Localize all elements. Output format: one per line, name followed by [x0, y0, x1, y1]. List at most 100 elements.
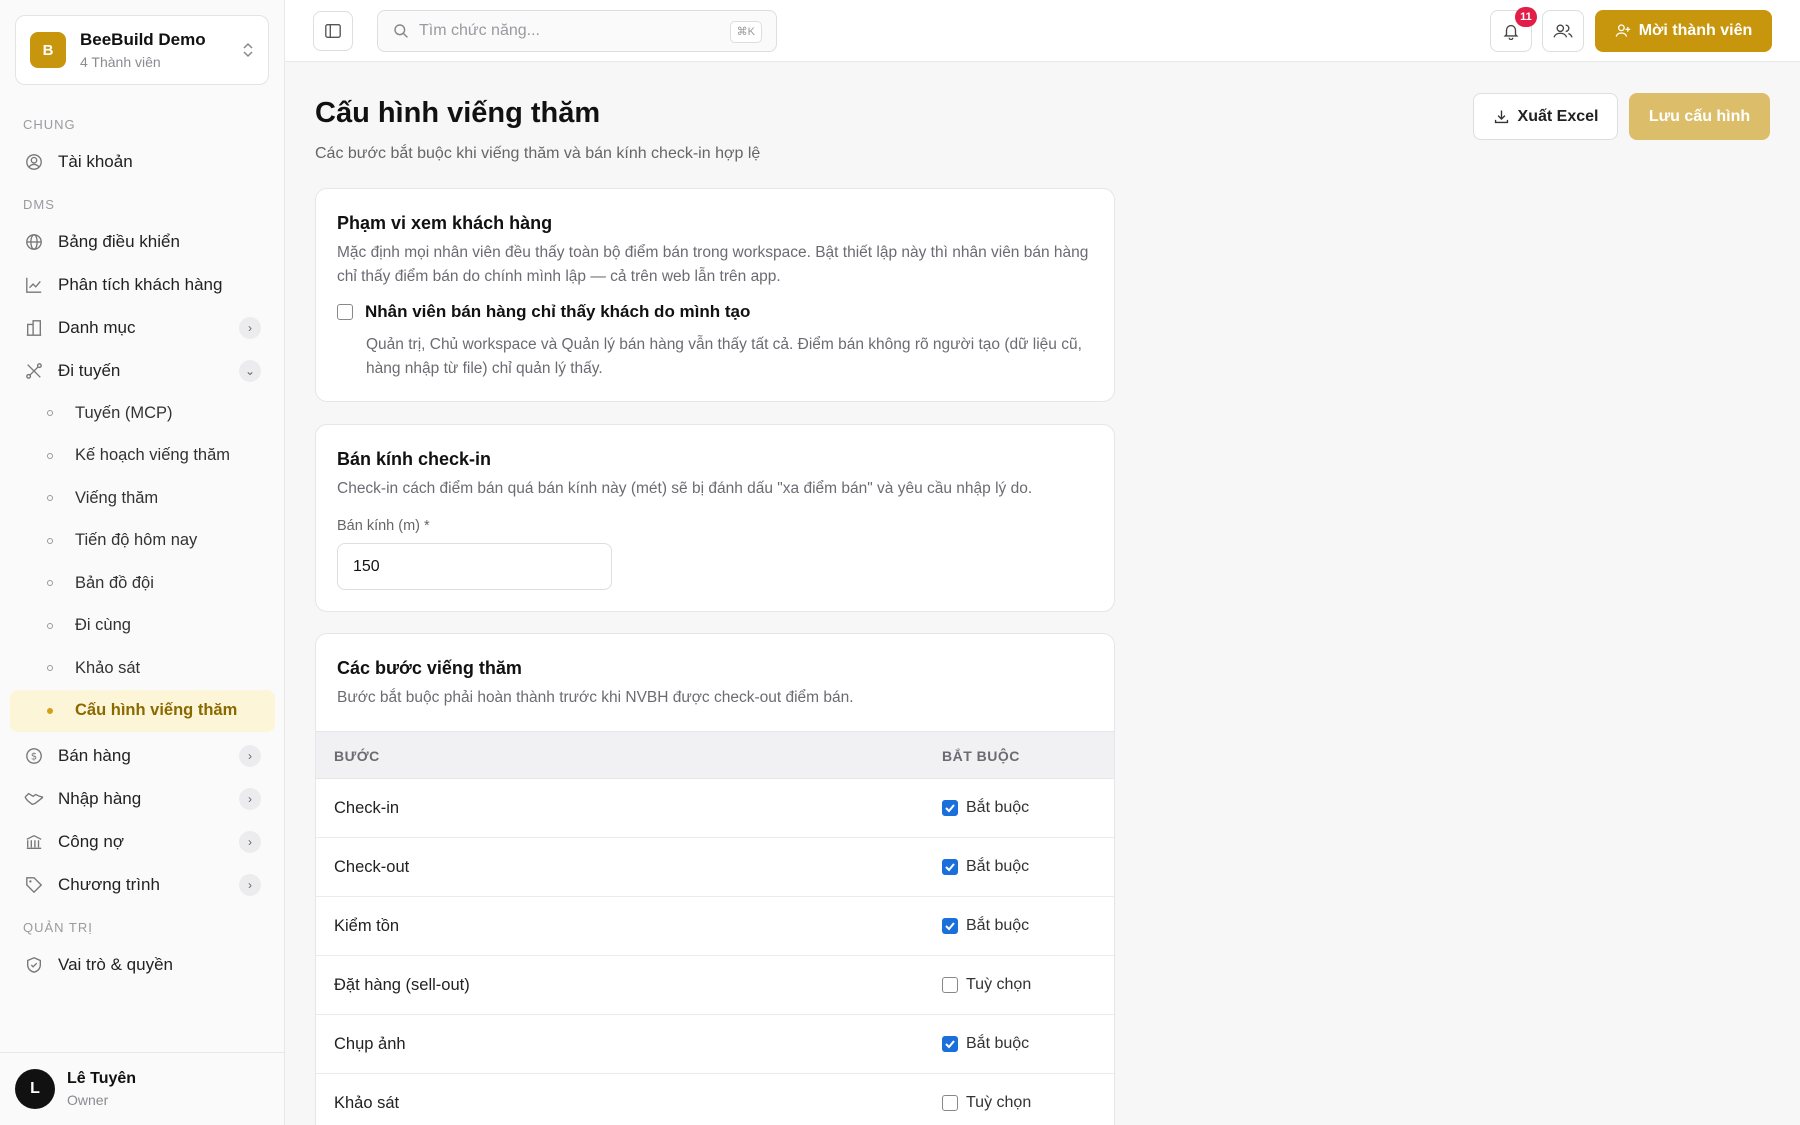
user-role: Owner [67, 1092, 109, 1108]
sidebar-item-sales[interactable]: $ Bán hàng › [0, 734, 285, 777]
sidebar-subitem-team-map[interactable]: Bản đồ đội [0, 562, 285, 605]
globe-icon [23, 231, 45, 253]
user-name: Lê Tuyên [67, 1070, 137, 1087]
sidebar-subitem-visit-config[interactable]: Cấu hình viếng thăm [10, 689, 275, 732]
bell-icon [1503, 24, 1519, 40]
customer-scope-card: Phạm vi xem khách hàng Mặc định mọi nhân… [315, 188, 1115, 402]
sidebar-item-label: Tài khoản [58, 151, 133, 171]
sidebar-item-account[interactable]: Tài khoản [0, 140, 285, 183]
table-row: Chụp ảnh Bắt buộc [316, 1015, 1114, 1074]
radius-input[interactable] [337, 543, 612, 590]
sidebar-nav: CHUNG Tài khoản DMS Bảng điều khiển Phân… [0, 110, 285, 986]
required-label: Bắt buộc [966, 917, 1030, 934]
section-label-chung: CHUNG [23, 117, 76, 132]
card-description: Check-in cách điểm bán quá bán kính này … [337, 480, 1033, 497]
bullet-dot [47, 707, 53, 714]
required-toggle[interactable]: Bắt buộc [942, 1015, 1029, 1073]
visit-steps-card: Các bước viếng thăm Bước bắt buộc phải h… [315, 633, 1115, 1125]
sidebar-item-catalog[interactable]: Danh mục › [0, 306, 285, 349]
required-checkbox[interactable] [942, 918, 958, 934]
sidebar-item-analytics[interactable]: Phân tích khách hàng [0, 263, 285, 306]
tag-icon [23, 874, 45, 896]
required-toggle[interactable]: Bắt buộc [942, 897, 1029, 955]
chevron-down-icon[interactable]: ⌄ [239, 359, 261, 382]
workspace-logo: B [30, 32, 66, 68]
sidebar-item-label: Chương trình [58, 874, 160, 894]
user-plus-icon [1615, 24, 1630, 37]
dollar-circle-icon: $ [23, 745, 45, 767]
avatar: L [15, 1069, 55, 1109]
save-config-button[interactable]: Lưu cấu hình [1629, 93, 1770, 140]
required-checkbox[interactable] [942, 800, 958, 816]
sidebar-toggle-button[interactable] [313, 11, 353, 51]
sidebar-item-label: Danh mục [58, 317, 136, 337]
step-name: Chụp ảnh [334, 1035, 406, 1053]
page-title: Cấu hình viếng thăm [315, 97, 601, 129]
bullet-dot [47, 580, 53, 587]
check-icon [945, 804, 955, 813]
sidebar-item-debt[interactable]: Công nợ › [0, 820, 285, 863]
steps-table-header: BƯỚC BẮT BUỘC [316, 731, 1114, 779]
checkin-radius-card: Bán kính check-in Check-in cách điểm bán… [315, 424, 1115, 612]
required-checkbox[interactable] [942, 977, 958, 993]
scope-option[interactable]: Nhân viên bán hàng chỉ thấy khách do mìn… [337, 302, 750, 322]
export-excel-button[interactable]: Xuất Excel [1473, 93, 1618, 140]
required-toggle[interactable]: Bắt buộc [942, 838, 1029, 896]
workspace-name: BeeBuild Demo [80, 30, 206, 49]
search-input[interactable] [419, 22, 719, 40]
sidebar: B BeeBuild Demo 4 Thành viên CHUNG Tài k… [0, 0, 285, 1125]
check-icon [945, 922, 955, 931]
bank-icon [23, 831, 45, 853]
bullet-dot [47, 495, 53, 502]
sidebar-subitem-mcp[interactable]: Tuyến (MCP) [0, 392, 285, 435]
required-checkbox[interactable] [942, 1036, 958, 1052]
notifications-button[interactable]: 11 [1490, 7, 1537, 52]
required-toggle[interactable]: Bắt buộc [942, 779, 1029, 837]
card-title: Bán kính check-in [337, 449, 492, 469]
step-name: Check-in [334, 799, 400, 817]
sidebar-item-import[interactable]: Nhập hàng › [0, 777, 285, 820]
bullet-dot [47, 537, 53, 544]
shortcut-hint: ⌘K [729, 21, 762, 43]
sidebar-item-roles[interactable]: Vai trò & quyền [0, 943, 285, 986]
check-icon [945, 1040, 955, 1049]
sidebar-item-dashboard[interactable]: Bảng điều khiển [0, 220, 285, 263]
chevron-right-icon[interactable]: › [239, 873, 261, 896]
required-toggle[interactable]: Tuỳ chọn [942, 956, 1031, 1014]
sidebar-subitem-visits[interactable]: Viếng thăm [0, 477, 285, 520]
chevron-right-icon[interactable]: › [239, 744, 261, 767]
shield-check-icon [23, 954, 45, 976]
invite-member-button[interactable]: Mời thành viên [1595, 10, 1772, 52]
chevron-right-icon[interactable]: › [239, 830, 261, 853]
required-label: Bắt buộc [966, 1035, 1030, 1052]
workspace-switcher[interactable]: B BeeBuild Demo 4 Thành viên [15, 15, 269, 85]
section-label-admin: QUẢN TRỊ [23, 920, 93, 935]
sidebar-subitem-progress[interactable]: Tiến độ hôm nay [0, 520, 285, 563]
user-profile[interactable]: L Lê Tuyên Owner [0, 1052, 285, 1125]
table-row: Khảo sát Tuỳ chọn [316, 1074, 1114, 1125]
team-button[interactable] [1542, 10, 1584, 52]
required-checkbox[interactable] [942, 859, 958, 875]
sidebar-subitem-ride-along[interactable]: Đi cùng [0, 605, 285, 648]
step-name: Kiểm tồn [334, 917, 400, 935]
chevron-right-icon[interactable]: › [239, 787, 261, 810]
user-circle-icon [23, 151, 45, 173]
main-content: Cấu hình viếng thăm Các bước bắt buộc kh… [285, 62, 1800, 1125]
sidebar-item-label: Vai trò & quyền [58, 954, 173, 974]
chevron-right-icon[interactable]: › [239, 316, 261, 339]
sidebar-item-routes[interactable]: Đi tuyến ⌄ [0, 349, 285, 392]
bullet-dot [47, 410, 53, 417]
scope-checkbox[interactable] [337, 304, 353, 320]
required-toggle[interactable]: Tuỳ chọn [942, 1074, 1031, 1125]
sidebar-item-programs[interactable]: Chương trình › [0, 863, 285, 906]
sidebar-item-label: Bán hàng [58, 745, 131, 765]
line-chart-icon [23, 274, 45, 296]
table-row: Đặt hàng (sell-out) Tuỳ chọn [316, 956, 1114, 1015]
sidebar-subitem-visit-plan[interactable]: Kế hoạch viếng thăm [0, 435, 285, 478]
sidebar-subitem-survey[interactable]: Khảo sát [0, 647, 285, 690]
notification-count-badge: 11 [1515, 7, 1537, 27]
search-bar[interactable]: ⌘K [377, 10, 777, 52]
required-checkbox[interactable] [942, 1095, 958, 1111]
card-title: Phạm vi xem khách hàng [337, 213, 553, 233]
table-row: Kiểm tồn Bắt buộc [316, 897, 1114, 956]
